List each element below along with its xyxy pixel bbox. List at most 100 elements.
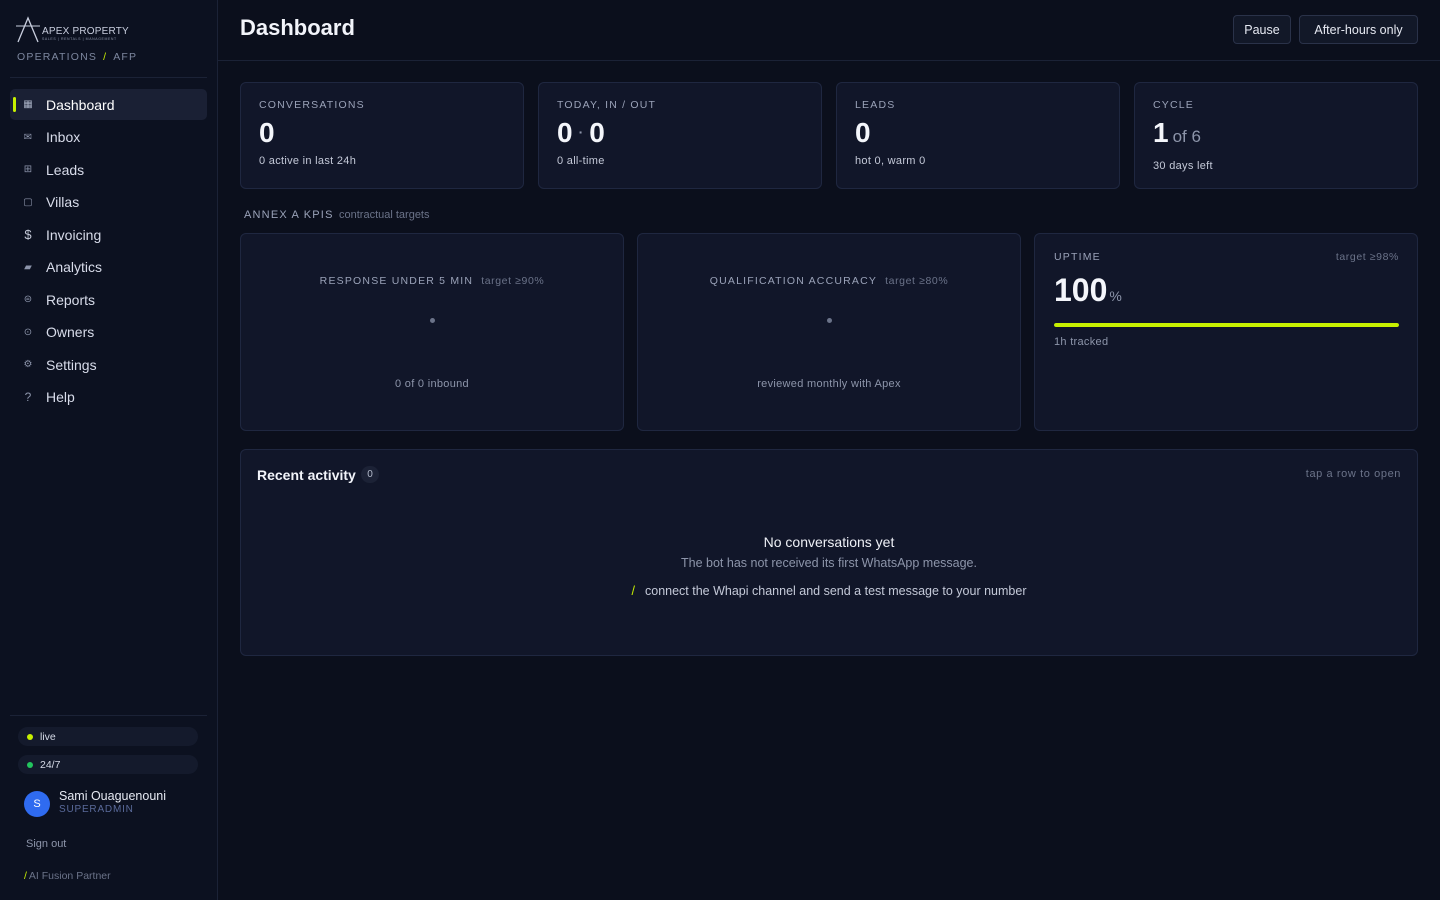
partner-label: AI Fusion Partner xyxy=(28,870,111,882)
status-live-label: live xyxy=(40,730,56,743)
recent-activity-hint: tap a row to open xyxy=(1305,468,1401,480)
status-dot-icon xyxy=(27,761,33,768)
kpi-empty-indicator xyxy=(429,318,435,323)
stat-value: 0 xyxy=(259,117,275,148)
uptime-sub: 1h tracked xyxy=(1054,336,1109,348)
breadcrumb-section: OPERATIONS xyxy=(17,51,98,63)
sidebar-item-label: Leads xyxy=(46,161,85,178)
uptime-value: 100% xyxy=(1054,272,1122,309)
sidebar-item-analytics[interactable]: ▰ Analytics xyxy=(10,252,207,283)
hint-text: connect the Whapi channel and send a tes… xyxy=(645,584,1027,598)
sidebar-item-settings[interactable]: ⚙ Settings xyxy=(10,349,207,380)
avatar: S xyxy=(24,791,50,817)
sidebar-item-label: Owners xyxy=(46,324,95,340)
user-role: SUPERADMIN xyxy=(59,804,134,815)
brand-logo[interactable]: APEX PROPERTY SALES | RENTALS | MANAGEME… xyxy=(16,16,136,46)
kpi-target: target ≥80% xyxy=(885,275,949,287)
uptime-progress-fill xyxy=(1054,323,1399,327)
table-icon: ⊞ xyxy=(23,164,33,175)
empty-state-subtitle: The bot has not received its first Whats… xyxy=(681,556,977,570)
sidebar-item-label: Reports xyxy=(46,291,96,308)
stat-out-value: 0 xyxy=(589,117,605,148)
uptime-number: 100 xyxy=(1054,272,1108,308)
sidebar-divider xyxy=(10,77,207,78)
kpi-empty-indicator xyxy=(826,318,832,323)
breadcrumb: OPERATIONS / AFP xyxy=(17,51,137,63)
after-hours-only-button[interactable]: After-hours only xyxy=(1299,15,1418,44)
partner-credit: / AI Fusion Partner xyxy=(24,870,111,882)
stat-card-cycle: CYCLE 1 of 6 30 days left xyxy=(1134,82,1418,189)
sidebar-nav: ▦ Dashboard ✉ Inbox ⊞ Leads ▢ Villas $ I… xyxy=(10,89,207,414)
stat-value: 0 xyxy=(855,117,871,148)
kpi-card-response: RESPONSE UNDER 5 MIN target ≥90% 0 of 0 i… xyxy=(240,233,624,431)
gear-icon: ⚙ xyxy=(23,359,33,370)
stat-value: 0 · 0 xyxy=(557,117,605,149)
brand-name: APEX PROPERTY xyxy=(42,26,129,37)
kpi-foot: reviewed monthly with Apex xyxy=(757,378,901,390)
recent-activity-panel: Recent activity 0 tap a row to open No c… xyxy=(240,449,1418,656)
sign-out-link[interactable]: Sign out xyxy=(26,838,66,850)
breadcrumb-code: AFP xyxy=(113,51,138,63)
sidebar-item-label: Help xyxy=(46,389,75,405)
status-always-label: 24/7 xyxy=(40,758,61,771)
user-profile[interactable]: S Sami Ouaguenouni SUPERADMIN xyxy=(24,789,204,817)
status-badge-live: live xyxy=(18,727,198,746)
stat-label: TODAY, IN / OUT xyxy=(557,99,657,111)
kpi-title: RESPONSE UNDER 5 MIN target ≥90% xyxy=(241,275,623,287)
page-title: Dashboard xyxy=(240,15,355,40)
empty-state-hint: / connect the Whapi channel and send a te… xyxy=(241,584,1417,598)
stat-separator: · xyxy=(578,124,584,140)
stat-in-value: 0 xyxy=(557,117,573,148)
kpi-card-uptime: UPTIME target ≥98% 100% 1h tracked xyxy=(1034,233,1418,431)
sidebar-item-owners[interactable]: ⊙ Owners xyxy=(10,317,207,348)
user-name: Sami Ouaguenouni xyxy=(59,789,167,803)
kpi-target: target ≥98% xyxy=(1335,251,1399,263)
kpi-section-note: contractual targets xyxy=(339,209,430,221)
apex-logo-icon xyxy=(16,16,40,43)
status-badge-24-7: 24/7 xyxy=(18,755,198,774)
breadcrumb-separator: / xyxy=(103,51,108,63)
stat-label: LEADS xyxy=(855,99,896,111)
stat-card-leads: LEADS 0 hot 0, warm 0 xyxy=(836,82,1120,189)
sidebar-item-label: Analytics xyxy=(46,259,103,275)
square-icon: ▢ xyxy=(23,196,33,208)
mail-icon: ✉ xyxy=(23,131,33,143)
stat-value: 1 of 6 xyxy=(1153,117,1201,149)
sidebar-item-label: Villas xyxy=(46,194,80,210)
stat-label: CONVERSATIONS xyxy=(259,99,365,111)
hint-separator: / xyxy=(631,584,635,598)
uptime-progress-bar xyxy=(1054,323,1399,327)
sidebar-item-label: Settings xyxy=(46,356,97,373)
cycle-total: of 6 xyxy=(1172,127,1201,146)
sidebar-item-inbox[interactable]: ✉ Inbox xyxy=(10,122,207,153)
stat-sub: 30 days left xyxy=(1153,160,1213,172)
sidebar-item-label: Dashboard xyxy=(46,96,115,113)
stat-card-conversations: CONVERSATIONS 0 0 active in last 24h xyxy=(240,82,524,189)
sidebar-item-invoicing[interactable]: $ Invoicing xyxy=(10,219,207,250)
sidebar-bottom-divider xyxy=(10,715,207,716)
sidebar-item-label: Invoicing xyxy=(46,226,102,243)
kpi-foot: 0 of 0 inbound xyxy=(395,378,469,390)
recent-activity-count-badge: 0 xyxy=(361,466,379,483)
sidebar-item-reports[interactable]: ⊜ Reports xyxy=(10,284,207,315)
sidebar-item-villas[interactable]: ▢ Villas xyxy=(10,187,207,218)
question-icon: ? xyxy=(24,390,32,404)
stat-label: CYCLE xyxy=(1153,99,1195,111)
sidebar-item-dashboard[interactable]: ▦ Dashboard xyxy=(10,89,207,120)
brand-tagline: SALES | RENTALS | MANAGEMENT xyxy=(42,37,117,41)
sidebar-item-leads[interactable]: ⊞ Leads xyxy=(10,154,207,185)
pause-button[interactable]: Pause xyxy=(1233,15,1291,44)
kpi-target: target ≥90% xyxy=(481,275,545,287)
user-circle-icon: ⊙ xyxy=(23,326,33,338)
cycle-current: 1 xyxy=(1153,117,1169,148)
partner-separator: / xyxy=(24,870,27,882)
kpi-title-label: QUALIFICATION ACCURACY xyxy=(709,275,878,287)
kpi-title-label: RESPONSE UNDER 5 MIN xyxy=(319,275,474,287)
dollar-icon: $ xyxy=(24,227,32,242)
sidebar-item-label: Inbox xyxy=(46,129,81,145)
grid-icon: ▦ xyxy=(23,99,33,110)
kpi-section-title: ANNEX A KPIS xyxy=(244,209,334,221)
stat-sub: 0 active in last 24h xyxy=(259,155,357,167)
chart-icon: ▰ xyxy=(24,261,32,273)
sidebar-item-help[interactable]: ? Help xyxy=(10,382,207,413)
